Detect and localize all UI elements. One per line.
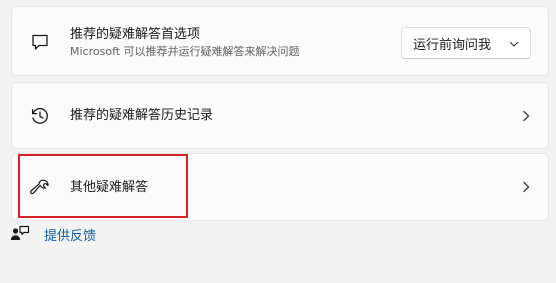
dropdown-selected-value: 运行前询问我 [413, 37, 492, 53]
recommended-troubleshooter-preferences-card: 推荐的疑难解答首选项 Microsoft 可以推荐并运行疑难解答来解决问题 运行… [11, 6, 549, 76]
feedback-icon [10, 225, 30, 240]
history-title: 推荐的疑难解答历史记录 [70, 108, 214, 123]
other-troubleshooters-title: 其他疑难解答 [70, 180, 149, 195]
preferences-description: Microsoft 可以推荐并运行疑难解答来解决问题 [70, 45, 300, 58]
wrench-icon [29, 177, 51, 199]
give-feedback-label: 提供反馈 [44, 228, 97, 244]
troubleshooter-history-card[interactable]: 推荐的疑难解答历史记录 [11, 82, 549, 149]
chevron-right-icon [523, 181, 530, 193]
give-feedback-link[interactable]: 提供反馈 [10, 224, 96, 244]
preferences-dropdown[interactable]: 运行前询问我 [401, 27, 531, 59]
preferences-title: 推荐的疑难解答首选项 [70, 27, 201, 42]
chevron-down-icon [509, 41, 519, 47]
history-icon [29, 105, 51, 127]
chat-bubble-icon [29, 31, 51, 53]
other-troubleshooters-card[interactable]: 其他疑难解答 [11, 153, 549, 221]
chevron-right-icon [523, 110, 530, 122]
